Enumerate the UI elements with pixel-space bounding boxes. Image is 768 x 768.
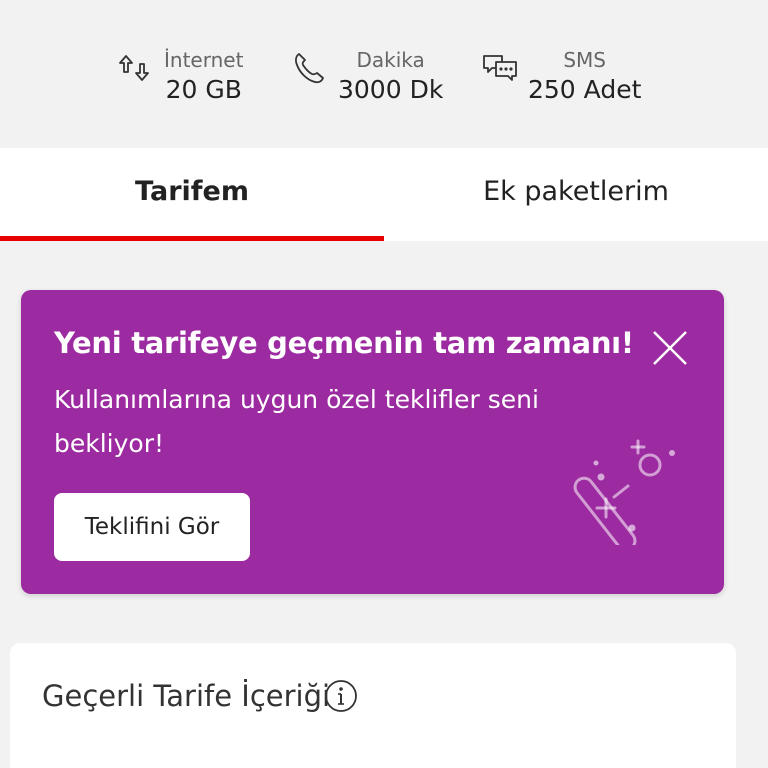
tab-bar: Tarifem Ek paketlerim xyxy=(0,148,768,241)
magic-wand-icon xyxy=(573,439,675,545)
see-offer-button[interactable]: Teklifini Gör xyxy=(54,493,250,561)
close-icon[interactable] xyxy=(650,328,690,368)
usage-summary: İnternet 20 GB Dakika 3000 Dk SMS 250 Ad… xyxy=(0,0,768,148)
promo-title: Yeni tarifeye geçmenin tam zamanı! xyxy=(54,326,634,360)
current-tariff-title: Geçerli Tarife İçeriği xyxy=(42,679,331,713)
data-transfer-icon xyxy=(119,55,149,81)
tab-extra-packages[interactable]: Ek paketlerim xyxy=(384,148,768,241)
internet-value: 20 GB xyxy=(165,75,242,104)
tariff-page: İnternet 20 GB Dakika 3000 Dk SMS 250 Ad… xyxy=(0,0,768,768)
current-tariff-card: Geçerli Tarife İçeriği xyxy=(10,643,736,768)
usage-minutes: Dakika 3000 Dk xyxy=(290,48,443,106)
promo-text: Kullanımlarına uygun özel teklifler seni… xyxy=(54,385,539,458)
chat-icon xyxy=(483,55,517,81)
promo-card: Yeni tarifeye geçmenin tam zamanı! Kulla… xyxy=(21,290,724,594)
internet-label: İnternet xyxy=(164,48,244,72)
tab-tariff[interactable]: Tarifem xyxy=(0,148,384,241)
info-icon[interactable] xyxy=(324,679,358,713)
minutes-value: 3000 Dk xyxy=(338,75,444,104)
minutes-label: Dakika xyxy=(356,48,425,72)
sms-value: 250 Adet xyxy=(528,75,642,104)
usage-internet: İnternet 20 GB xyxy=(116,48,243,106)
sms-label: SMS xyxy=(563,48,607,72)
usage-sms: SMS 250 Adet xyxy=(480,48,641,106)
phone-icon xyxy=(295,53,324,84)
